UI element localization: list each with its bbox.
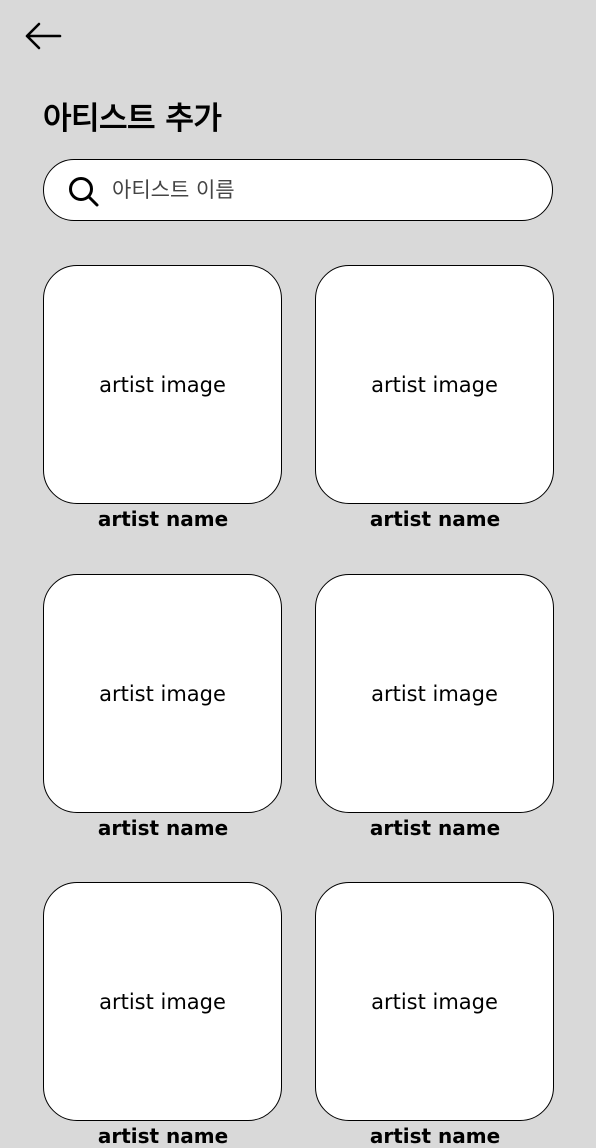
page-title: 아티스트 추가: [43, 101, 222, 137]
artist-card[interactable]: artist image artist name: [43, 265, 283, 531]
artist-image-label: artist image: [99, 989, 226, 1014]
artist-name: artist name: [97, 1124, 229, 1148]
artist-image[interactable]: artist image: [43, 882, 282, 1121]
artist-image-label: artist image: [371, 681, 498, 706]
artist-name: artist name: [369, 816, 501, 840]
artist-name: artist name: [97, 816, 229, 840]
artist-image-label: artist image: [371, 989, 498, 1014]
artist-card[interactable]: artist image artist name: [43, 574, 283, 840]
artist-image[interactable]: artist image: [43, 265, 282, 504]
artist-card[interactable]: artist image artist name: [315, 265, 555, 531]
artist-image[interactable]: artist image: [315, 265, 554, 504]
artist-image[interactable]: artist image: [315, 574, 554, 813]
artist-card[interactable]: artist image artist name: [43, 882, 283, 1148]
artist-image[interactable]: artist image: [315, 882, 554, 1121]
artist-image-label: artist image: [371, 372, 498, 397]
artist-name: artist name: [97, 507, 229, 531]
artist-card[interactable]: artist image artist name: [315, 882, 555, 1148]
artist-image-label: artist image: [99, 372, 226, 397]
artist-card[interactable]: artist image artist name: [315, 574, 555, 840]
search-bar[interactable]: [43, 159, 553, 221]
search-icon: [69, 177, 99, 207]
artist-name: artist name: [369, 1124, 501, 1148]
artist-image-label: artist image: [99, 681, 226, 706]
arrow-left-icon: [25, 22, 62, 50]
artist-image[interactable]: artist image: [43, 574, 282, 813]
search-input[interactable]: [112, 170, 532, 210]
artist-name: artist name: [369, 507, 501, 531]
back-button[interactable]: [22, 18, 64, 54]
